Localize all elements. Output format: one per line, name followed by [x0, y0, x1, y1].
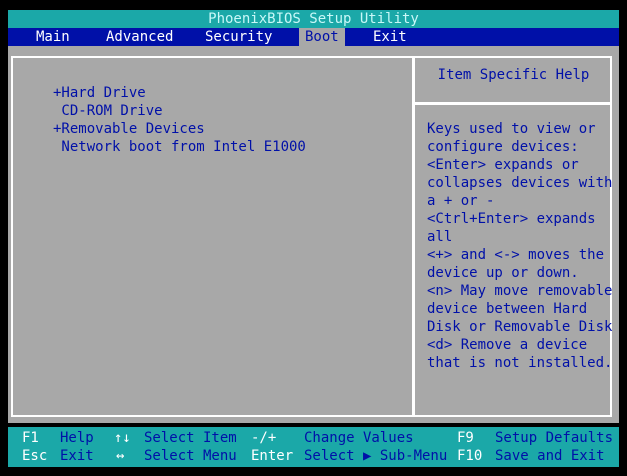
help-line: <Ctrl+Enter> expands: [427, 211, 596, 227]
help-line: device between Hard: [427, 301, 588, 317]
help-line: Keys used to view or: [427, 121, 596, 137]
menu-boot[interactable]: Boot: [299, 28, 345, 46]
key-minus-plus: -/+: [251, 430, 277, 446]
key-f9: F9: [457, 430, 474, 446]
menu-main[interactable]: Main: [36, 28, 70, 46]
boot-item-hard-drive[interactable]: +Hard Drive: [53, 84, 146, 102]
key-leftright-arrows-icon: ↔: [116, 448, 125, 464]
boot-item-cdrom[interactable]: CD-ROM Drive: [53, 102, 162, 120]
key-updown-arrows-icon: ↑↓: [114, 430, 131, 446]
help-line: <Enter> expands or: [427, 157, 579, 173]
key-esc: Esc: [22, 448, 48, 464]
help-line: configure devices:: [427, 139, 579, 155]
help-divider: [412, 102, 612, 105]
key-f10-desc: Save and Exit: [495, 448, 605, 464]
window-title: PhoenixBIOS Setup Utility: [8, 10, 619, 28]
key-leftright-desc: Select Menu: [144, 448, 237, 464]
key-help-footer: F1 Help ↑↓ Select Item -/+ Change Values…: [8, 427, 619, 467]
key-f10: F10: [457, 448, 483, 464]
key-updown-desc: Select Item: [144, 430, 237, 446]
help-line: device up or down.: [427, 265, 579, 281]
help-line: <+> and <-> moves the: [427, 247, 605, 263]
key-f1-desc: Help: [60, 430, 94, 446]
key-esc-desc: Exit: [60, 448, 94, 464]
key-f9-desc: Setup Defaults: [495, 430, 614, 446]
boot-item-network[interactable]: Network boot from Intel E1000: [53, 138, 305, 156]
menu-bar: Main Advanced Security Boot Exit: [8, 28, 619, 46]
help-line: <n> May move removable: [427, 283, 613, 299]
help-line: all: [427, 229, 453, 245]
menu-security[interactable]: Security: [205, 28, 272, 46]
menu-exit[interactable]: Exit: [373, 28, 407, 46]
boot-item-removable[interactable]: +Removable Devices: [53, 120, 205, 138]
help-line: collapses devices with: [427, 175, 613, 191]
key-enter-desc: Select ▶ Sub-Menu: [304, 448, 448, 464]
help-title: Item Specific Help: [437, 67, 590, 83]
menu-advanced[interactable]: Advanced: [106, 28, 173, 46]
help-line: <d> Remove a device: [427, 337, 588, 353]
key-f1: F1: [22, 430, 39, 446]
help-line: Disk or Removable Disk: [427, 319, 613, 335]
key-minus-plus-desc: Change Values: [304, 430, 414, 446]
help-line: a + or -: [427, 193, 495, 209]
help-line: that is not installed.: [427, 355, 613, 371]
main-panel: +Hard Drive CD-ROM Drive +Removable Devi…: [8, 46, 619, 423]
panel-divider-vertical: [412, 56, 415, 417]
key-enter: Enter: [251, 448, 294, 464]
